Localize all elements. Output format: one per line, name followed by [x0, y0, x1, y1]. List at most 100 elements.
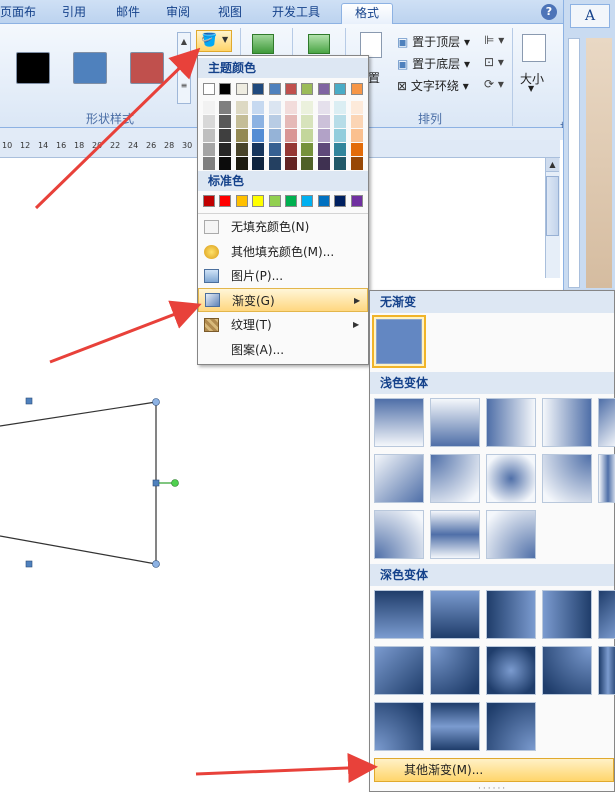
- theme-shade-swatch[interactable]: [235, 115, 248, 128]
- align-icon[interactable]: ⊫ ▾: [484, 33, 504, 47]
- theme-shade-swatch[interactable]: [219, 101, 232, 114]
- light-gradient-tile[interactable]: [374, 454, 424, 503]
- theme-shade-swatch[interactable]: [301, 143, 314, 156]
- theme-shade-swatch[interactable]: [301, 157, 314, 170]
- light-gradient-tile[interactable]: [430, 510, 480, 559]
- standard-color-swatch[interactable]: [252, 195, 265, 207]
- light-gradient-tile[interactable]: [542, 398, 592, 447]
- theme-shade-swatch[interactable]: [252, 129, 265, 142]
- group-icon[interactable]: ⊡ ▾: [484, 55, 504, 69]
- bring-to-front-button[interactable]: ▣ 置于顶层 ▾: [397, 33, 470, 50]
- shape-style-red[interactable]: [130, 52, 164, 84]
- theme-shade-swatch[interactable]: [203, 143, 215, 156]
- theme-color-swatch[interactable]: [350, 83, 363, 95]
- theme-color-swatch[interactable]: [334, 83, 347, 95]
- theme-shade-swatch[interactable]: [203, 101, 215, 114]
- dark-gradient-tile[interactable]: [598, 590, 615, 639]
- theme-shade-swatch[interactable]: [235, 143, 248, 156]
- tab-review[interactable]: 审阅: [160, 3, 196, 24]
- theme-shade-swatch[interactable]: [301, 129, 314, 142]
- theme-shade-swatch[interactable]: [301, 115, 314, 128]
- standard-color-swatch[interactable]: [317, 195, 330, 207]
- styles-scroll[interactable]: ▲ ▼ ≡: [177, 32, 191, 104]
- light-gradient-tile[interactable]: [486, 398, 536, 447]
- standard-color-swatch[interactable]: [268, 195, 281, 207]
- theme-shade-swatch[interactable]: [203, 129, 215, 142]
- theme-shade-swatch[interactable]: [301, 101, 314, 114]
- tab-format[interactable]: 格式: [341, 3, 393, 24]
- theme-color-swatch[interactable]: [203, 83, 215, 95]
- light-gradient-tile[interactable]: [430, 454, 480, 503]
- resize-handle-top-right[interactable]: [152, 398, 160, 406]
- dark-gradient-tile[interactable]: [374, 646, 424, 695]
- theme-shade-swatch[interactable]: [203, 115, 215, 128]
- no-fill-item[interactable]: 无填充颜色(N): [198, 215, 368, 239]
- theme-shade-swatch[interactable]: [317, 101, 330, 114]
- theme-shade-swatch[interactable]: [268, 129, 281, 142]
- dark-gradient-tile[interactable]: [486, 590, 536, 639]
- theme-shade-swatch[interactable]: [350, 101, 363, 114]
- light-gradient-tile[interactable]: [598, 398, 615, 447]
- theme-color-swatch[interactable]: [301, 83, 314, 95]
- theme-shade-swatch[interactable]: [285, 143, 297, 156]
- theme-shade-swatch[interactable]: [317, 115, 330, 128]
- shape-style-blue[interactable]: [73, 52, 107, 84]
- light-gradient-tile[interactable]: [486, 510, 536, 559]
- theme-shade-swatch[interactable]: [252, 115, 265, 128]
- resize-handle-bottom-right[interactable]: [152, 560, 160, 568]
- scroll-up-icon[interactable]: ▲: [546, 158, 559, 172]
- theme-shade-swatch[interactable]: [219, 115, 232, 128]
- shadow-effects-icon[interactable]: [252, 34, 274, 54]
- standard-color-swatch[interactable]: [203, 195, 215, 207]
- dark-gradient-tile[interactable]: [374, 590, 424, 639]
- theme-color-swatch[interactable]: [285, 83, 297, 95]
- theme-shade-swatch[interactable]: [285, 157, 297, 170]
- no-gradient-option[interactable]: [372, 315, 426, 368]
- theme-color-swatch[interactable]: [268, 83, 281, 95]
- theme-shade-swatch[interactable]: [317, 129, 330, 142]
- theme-shade-swatch[interactable]: [252, 143, 265, 156]
- theme-shade-swatch[interactable]: [268, 101, 281, 114]
- menu-resize-grip[interactable]: ······: [478, 784, 507, 792]
- text-wrap-button[interactable]: ⊠ 文字环绕 ▾: [397, 77, 469, 94]
- theme-shade-swatch[interactable]: [334, 129, 347, 142]
- dark-gradient-tile[interactable]: [430, 646, 480, 695]
- standard-color-swatch[interactable]: [285, 195, 297, 207]
- dark-gradient-tile[interactable]: [486, 702, 536, 751]
- theme-shade-swatch[interactable]: [235, 129, 248, 142]
- theme-shade-swatch[interactable]: [350, 115, 363, 128]
- theme-shade-swatch[interactable]: [334, 157, 347, 170]
- light-gradient-tile[interactable]: [374, 398, 424, 447]
- theme-shade-swatch[interactable]: [285, 129, 297, 142]
- standard-color-swatch[interactable]: [235, 195, 248, 207]
- shape-fill-button[interactable]: 🪣 ▼: [196, 30, 232, 52]
- light-gradient-tile[interactable]: [486, 454, 536, 503]
- resize-handle-top[interactable]: [25, 397, 33, 405]
- theme-shade-swatch[interactable]: [317, 157, 330, 170]
- theme-shade-swatch[interactable]: [334, 143, 347, 156]
- tab-view[interactable]: 视图: [212, 3, 248, 24]
- light-gradient-tile[interactable]: [542, 454, 592, 503]
- texture-item[interactable]: 纹理(T) ▶: [198, 313, 368, 337]
- theme-shade-swatch[interactable]: [285, 115, 297, 128]
- theme-shade-swatch[interactable]: [350, 143, 363, 156]
- dark-gradient-tile[interactable]: [374, 702, 424, 751]
- theme-color-swatch[interactable]: [317, 83, 330, 95]
- theme-shade-swatch[interactable]: [219, 143, 232, 156]
- rotate-handle[interactable]: [171, 479, 179, 487]
- dark-gradient-tile[interactable]: [430, 590, 480, 639]
- more-gradients-item[interactable]: 其他渐变(M)...: [374, 758, 614, 782]
- theme-shade-swatch[interactable]: [350, 157, 363, 170]
- theme-shade-swatch[interactable]: [268, 115, 281, 128]
- theme-shade-swatch[interactable]: [268, 157, 281, 170]
- light-gradient-tile[interactable]: [430, 398, 480, 447]
- theme-shade-swatch[interactable]: [219, 129, 232, 142]
- theme-shade-swatch[interactable]: [334, 115, 347, 128]
- text-direction-icon[interactable]: A: [570, 4, 610, 28]
- theme-shade-swatch[interactable]: [268, 143, 281, 156]
- dark-gradient-tile[interactable]: [542, 590, 592, 639]
- tab-developer[interactable]: 开发工具: [266, 3, 326, 24]
- send-to-back-button[interactable]: ▣ 置于底层 ▾: [397, 55, 470, 72]
- picture-fill-item[interactable]: 图片(P)...: [198, 264, 368, 288]
- scroll-thumb[interactable]: [546, 176, 559, 236]
